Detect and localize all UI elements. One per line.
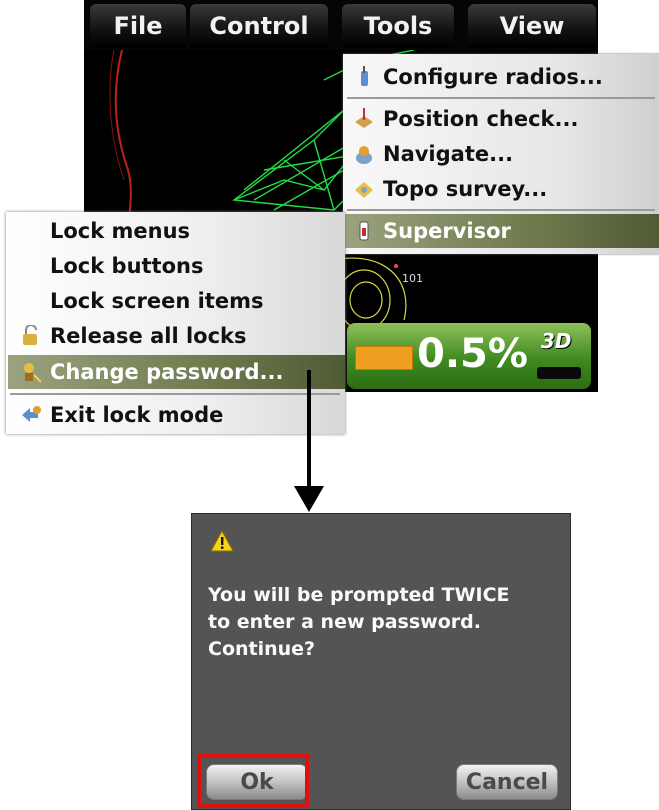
cancel-button[interactable]: Cancel — [456, 764, 558, 800]
menu-bar: File Control Tools View — [84, 0, 598, 50]
menu-item-topo-survey[interactable]: Topo survey... — [353, 172, 653, 206]
release-locks-icon — [20, 324, 42, 348]
menu-item-position-check[interactable]: Position check... — [353, 102, 653, 136]
dialog-message: You will be prompted TWICE to enter a ne… — [208, 584, 510, 660]
supervisor-submenu: Lock menus Lock buttons Lock screen item… — [6, 212, 345, 434]
menu-item-lock-screen-items[interactable]: Lock screen items — [20, 284, 340, 318]
arrow-down-icon — [294, 486, 324, 512]
menu-item-label: Position check... — [383, 107, 579, 131]
progress-text: 0.5% — [417, 331, 528, 377]
progress-fill — [355, 346, 413, 370]
fix-3d-badge: 3D — [541, 329, 572, 353]
radio-icon — [353, 65, 375, 89]
menu-view[interactable]: View — [468, 4, 596, 48]
menu-separator — [347, 209, 655, 211]
menu-item-label: Lock screen items — [50, 289, 264, 313]
menu-item-lock-menus[interactable]: Lock menus — [20, 214, 340, 248]
menu-item-lock-buttons[interactable]: Lock buttons — [20, 249, 340, 283]
menu-item-label: Change password... — [50, 360, 284, 384]
menu-control[interactable]: Control — [190, 4, 328, 48]
menu-item-exit-lock-mode[interactable]: Exit lock mode — [20, 398, 340, 432]
supervisor-icon — [353, 219, 375, 243]
survey-progress: 0.5% 3D — [347, 323, 591, 389]
menu-item-label: Configure radios... — [383, 65, 603, 89]
menu-item-label: Exit lock mode — [50, 403, 224, 427]
position-check-icon — [353, 107, 375, 131]
menu-item-label: Topo survey... — [383, 177, 548, 201]
menu-item-label: Release all locks — [50, 324, 247, 348]
menu-item-release-all-locks[interactable]: Release all locks — [20, 319, 340, 353]
topo-survey-icon — [353, 177, 375, 201]
menu-separator — [10, 393, 340, 395]
exit-lock-mode-icon — [20, 403, 42, 427]
menu-tools[interactable]: Tools — [342, 4, 454, 48]
menu-item-navigate[interactable]: Navigate... — [353, 137, 653, 171]
menu-item-label: Supervisor — [383, 219, 511, 243]
tools-dropdown-menu: Configure radios... Position check... Na… — [343, 54, 659, 254]
map-point-label: 101 — [402, 272, 423, 285]
status-indicator-bar — [537, 367, 581, 379]
menu-item-change-password[interactable]: Change password... — [8, 355, 345, 389]
annotation-arrow-line — [307, 370, 311, 490]
ok-button-highlight — [197, 754, 309, 808]
menu-file[interactable]: File — [90, 4, 186, 48]
navigate-icon — [353, 142, 375, 166]
menu-separator — [347, 97, 655, 99]
warning-icon — [210, 529, 234, 556]
menu-item-label: Lock buttons — [50, 254, 204, 278]
menu-item-configure-radios[interactable]: Configure radios... — [353, 60, 653, 94]
menu-item-label: Lock menus — [50, 219, 191, 243]
menu-item-supervisor[interactable]: Supervisor — [345, 214, 659, 248]
change-password-icon — [20, 360, 42, 384]
menu-item-label: Navigate... — [383, 142, 514, 166]
